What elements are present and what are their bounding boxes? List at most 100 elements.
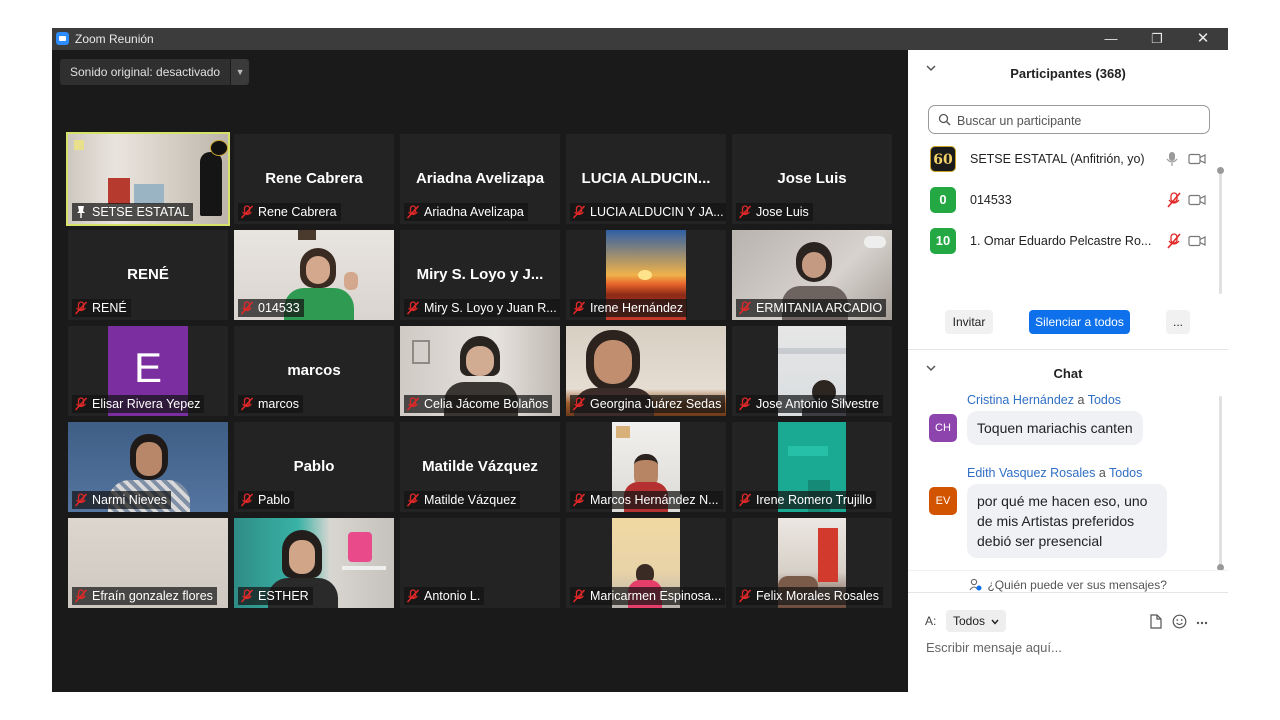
close-button[interactable]: ✕ [1180, 28, 1226, 50]
participant-tile[interactable]: Jose Luis Jose Luis [732, 134, 892, 224]
participant-name-tag: Antonio L. [404, 587, 485, 605]
participant-display-name: Ariadna Avelizapa [415, 170, 545, 187]
video-camera-icon[interactable] [1188, 235, 1206, 247]
muted-microphone-icon [74, 301, 88, 315]
participant-tile[interactable]: Rene Cabrera Rene Cabrera [234, 134, 394, 224]
participant-label: Felix Morales Rosales [756, 589, 879, 603]
participant-label: marcos [258, 397, 299, 411]
participant-tile[interactable]: Marcos Hernández N... [566, 422, 726, 512]
video-camera-icon[interactable] [1188, 153, 1206, 165]
muted-microphone-icon [406, 301, 420, 315]
minimize-button[interactable]: — [1088, 28, 1134, 50]
participant-display-name: RENÉ [127, 266, 169, 283]
muted-microphone-icon [406, 205, 420, 219]
more-options-button[interactable]: ... [1166, 310, 1190, 334]
recipient-value[interactable]: Todos [953, 614, 985, 628]
participant-label: Celia Jácome Bolaños [424, 397, 549, 411]
microphone-icon[interactable] [1166, 151, 1178, 167]
participant-tile[interactable]: Efraín gonzalez flores [68, 518, 228, 608]
participant-tile[interactable]: Irene Hernández [566, 230, 726, 320]
muted-microphone-icon [74, 589, 88, 603]
participant-tile[interactable]: Irene Romero Trujillo [732, 422, 892, 512]
muted-microphone-icon[interactable] [1166, 233, 1182, 249]
participant-name-tag: 014533 [238, 299, 304, 317]
video-camera-icon[interactable] [1188, 194, 1206, 206]
participant-tile[interactable]: Georgina Juárez Sedas [566, 326, 726, 416]
chat-scrollbar[interactable] [1219, 396, 1222, 566]
muted-microphone-icon [406, 589, 420, 603]
participant-label: Georgina Juárez Sedas [590, 397, 722, 411]
participant-tile[interactable]: Miry S. Loyo y J... Miry S. Loyo y Juan R… [400, 230, 560, 320]
original-sound-control[interactable]: Sonido original: desactivado ▼ [60, 59, 250, 85]
participant-tile[interactable]: Ariadna Avelizapa Ariadna Avelizapa [400, 134, 560, 224]
participant-tile[interactable]: Celia Jácome Bolaños [400, 326, 560, 416]
participant-tile[interactable]: SETSE ESTATAL [66, 132, 230, 226]
mute-all-button[interactable]: Silenciar a todos [1029, 310, 1130, 334]
participant-row[interactable]: 0 014533 [928, 185, 1216, 215]
participant-label: Marcos Hernández N... [590, 493, 719, 507]
chevron-down-icon[interactable]: ▼ [231, 59, 250, 85]
recipient-select[interactable]: Todos [946, 610, 1007, 632]
participant-display-name: Miry S. Loyo y J... [416, 266, 544, 283]
participant-label: Jose Antonio Silvestre [756, 397, 879, 411]
participant-tile[interactable]: Antonio L. [400, 518, 560, 608]
muted-microphone-icon [240, 397, 254, 411]
participant-name-tag: Irene Romero Trujillo [736, 491, 877, 509]
muted-microphone-icon [738, 301, 752, 315]
participant-avatar: 10 [930, 228, 956, 254]
participant-tile[interactable]: LUCIA ALDUCIN... LUCIA ALDUCIN Y JA... [566, 134, 726, 224]
participant-tile[interactable]: ERMITANIA ARCADIO [732, 230, 892, 320]
participants-scroll-handle[interactable] [1217, 167, 1224, 174]
participant-tile[interactable]: E Elisar Rivera Yepez [68, 326, 228, 416]
participants-header: Participantes (368) [908, 50, 1228, 94]
muted-microphone-icon [74, 493, 88, 507]
original-sound-button[interactable]: Sonido original: desactivado [60, 59, 231, 85]
participant-label: Irene Hernández [590, 301, 684, 315]
participant-tile[interactable]: ESTHER [234, 518, 394, 608]
participant-row[interactable]: 60 SETSE ESTATAL (Anfitrión, yo) [928, 144, 1216, 174]
message-sender[interactable]: Edith Vasquez Rosales [967, 466, 1095, 480]
user-visibility-icon [969, 578, 982, 591]
participant-name-tag: Jose Luis [736, 203, 813, 221]
muted-microphone-icon [572, 397, 586, 411]
participants-scrollbar[interactable] [1219, 168, 1222, 294]
participant-tile[interactable]: Pablo Pablo [234, 422, 394, 512]
emoji-icon[interactable] [1172, 614, 1187, 629]
muted-microphone-icon [240, 301, 254, 315]
participant-row[interactable]: 10 1. Omar Eduardo Pelcastre Ro... [928, 226, 1216, 256]
recipient-label: A: [925, 614, 937, 628]
participant-name-tag: Matilde Vázquez [404, 491, 521, 509]
participant-search[interactable] [928, 105, 1210, 134]
message-visibility-link[interactable]: ¿Quién puede ver sus mensajes? [908, 578, 1228, 592]
participant-name-tag: marcos [238, 395, 303, 413]
participant-name-tag: Elisar Rivera Yepez [72, 395, 205, 413]
participant-tile[interactable]: Maricarmen Espinosa... [566, 518, 726, 608]
search-input[interactable] [955, 110, 1204, 131]
more-icon[interactable] [1196, 621, 1208, 625]
participant-tile[interactable]: 014533 [234, 230, 394, 320]
participants-title: Participantes (368) [1010, 66, 1126, 81]
muted-microphone-icon [738, 493, 752, 507]
message-sender[interactable]: Cristina Hernández [967, 393, 1074, 407]
participant-tile[interactable]: Narmi Nieves [68, 422, 228, 512]
who-can-see-text[interactable]: ¿Quién puede ver sus mensajes? [987, 578, 1166, 592]
invite-button[interactable]: Invitar [945, 310, 993, 334]
file-icon[interactable] [1149, 614, 1163, 629]
participant-name-tag: Narmi Nieves [72, 491, 172, 509]
participant-tile[interactable]: Felix Morales Rosales [732, 518, 892, 608]
participant-tile[interactable]: Matilde Vázquez Matilde Vázquez [400, 422, 560, 512]
participant-tile[interactable]: Jose Antonio Silvestre [732, 326, 892, 416]
participant-label: LUCIA ALDUCIN Y JA... [590, 205, 724, 219]
participant-tile[interactable]: RENÉ RENÉ [68, 230, 228, 320]
muted-microphone-icon [572, 493, 586, 507]
participant-name-tag: ERMITANIA ARCADIO [736, 299, 887, 317]
restore-button[interactable]: ❐ [1134, 28, 1180, 50]
muted-microphone-icon[interactable] [1166, 192, 1182, 208]
message-recipient[interactable]: Todos [1109, 466, 1142, 480]
participant-name-tag: Efraín gonzalez flores [72, 587, 217, 605]
participant-label: Matilde Vázquez [424, 493, 517, 507]
participant-tile[interactable]: marcos marcos [234, 326, 394, 416]
participant-label: ERMITANIA ARCADIO [756, 301, 883, 315]
message-recipient[interactable]: Todos [1088, 393, 1121, 407]
chat-message-input[interactable] [924, 635, 1218, 659]
